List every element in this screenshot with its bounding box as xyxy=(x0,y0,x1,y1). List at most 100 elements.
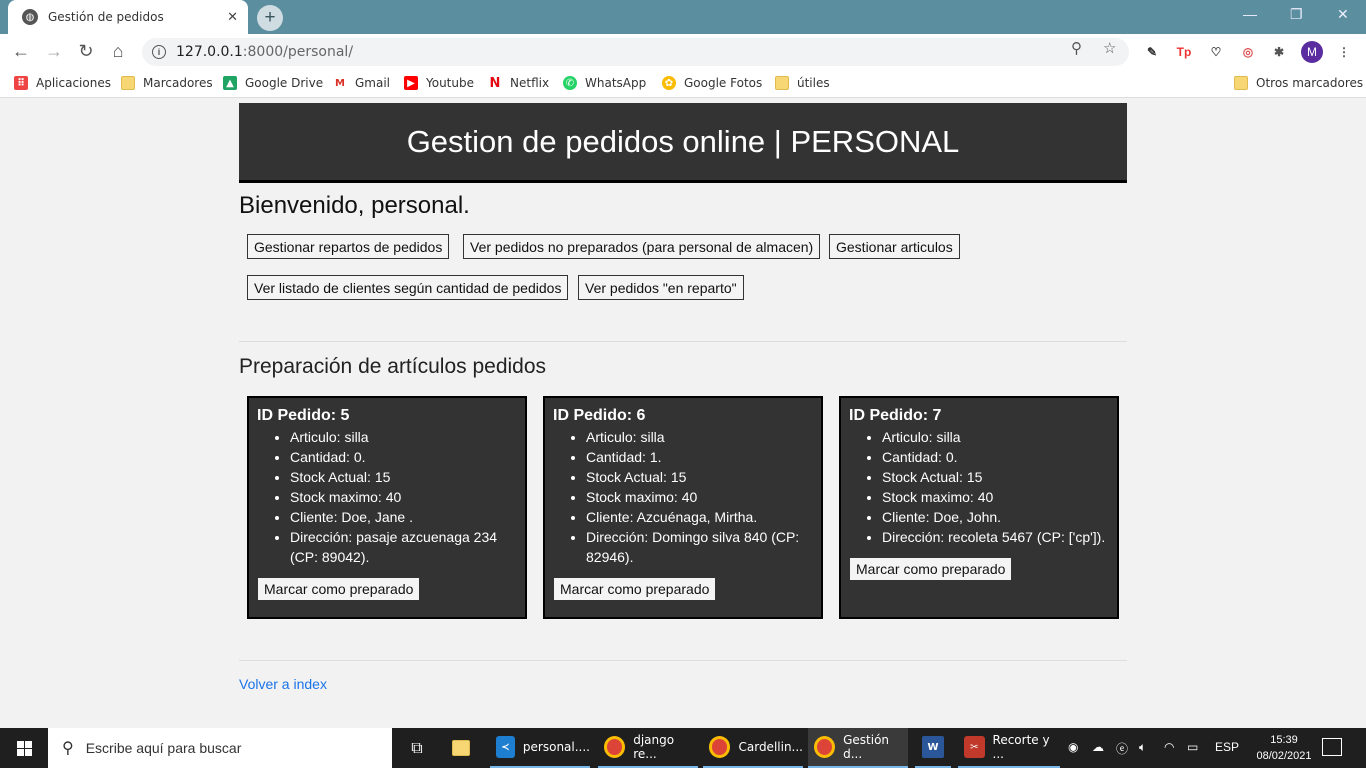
puzzle-extensions-icon[interactable]: ✱ xyxy=(1270,43,1288,61)
apps-grid-icon: ⠿ xyxy=(14,76,28,90)
chrome-icon xyxy=(604,736,626,758)
battery-icon[interactable]: ▭ xyxy=(1187,740,1198,754)
clock-time: 15:39 xyxy=(1270,734,1298,746)
folder-icon xyxy=(452,740,470,756)
order-cantidad: Cantidad: 0. xyxy=(882,447,1109,467)
wifi-icon[interactable]: ◠ xyxy=(1164,740,1174,754)
bookmark-netflix[interactable]: N Netflix xyxy=(488,75,549,91)
globe-icon: ◍ xyxy=(22,9,38,25)
home-icon[interactable]: ⌂ xyxy=(107,41,129,62)
order-stock-actual: Stock Actual: 15 xyxy=(290,467,517,487)
youtube-icon: ▶ xyxy=(404,76,418,90)
gestionar-articulos-button[interactable]: Gestionar articulos xyxy=(829,234,960,259)
divider xyxy=(239,341,1127,342)
ver-pedidos-en-reparto-button[interactable]: Ver pedidos "en reparto" xyxy=(578,275,744,300)
close-icon[interactable]: ✕ xyxy=(227,9,238,25)
clock-date: 08/02/2021 xyxy=(1256,750,1312,762)
bookmark-whatsapp[interactable]: ✆ WhatsApp xyxy=(563,76,646,90)
order-id: ID Pedido: 7 xyxy=(849,407,942,424)
tp-extension-icon[interactable]: Tp xyxy=(1175,43,1193,61)
pen-extension-icon[interactable]: ✎ xyxy=(1143,43,1161,61)
chrome-tray-icon[interactable]: ◉ xyxy=(1068,740,1078,754)
ver-pedidos-no-preparados-button[interactable]: Ver pedidos no preparados (para personal… xyxy=(463,234,821,259)
volver-index-link[interactable]: Volver a index xyxy=(239,676,327,692)
browser-toolbar: ← → ↻ ⌂ i 127.0.0.1:8000/personal/ ⚲ ☆ ✎… xyxy=(0,34,1366,70)
divider xyxy=(239,660,1127,661)
address-bar[interactable]: i 127.0.0.1:8000/personal/ xyxy=(142,38,1129,66)
address-url[interactable]: 127.0.0.1:8000/personal/ xyxy=(176,44,353,60)
order-cantidad: Cantidad: 0. xyxy=(290,447,517,467)
listado-clientes-button[interactable]: Ver listado de clientes según cantidad d… xyxy=(247,275,569,300)
taskbar-word[interactable]: W xyxy=(915,728,951,768)
folder-icon xyxy=(775,76,789,90)
folder-icon xyxy=(1234,76,1248,90)
bookmark-google-drive[interactable]: ▲ Google Drive xyxy=(223,76,323,90)
file-explorer-button[interactable] xyxy=(452,728,478,768)
order-cliente: Cliente: Doe, Jane . xyxy=(290,507,517,527)
taskbar-vscode[interactable]: ≺ personal.... xyxy=(490,728,590,768)
profile-avatar[interactable]: M xyxy=(1301,41,1323,63)
windows-logo-icon xyxy=(16,740,32,756)
bookmark-youtube[interactable]: ▶ Youtube xyxy=(404,76,474,90)
task-view-icon: ⧉ xyxy=(411,738,423,757)
new-tab-button[interactable]: + xyxy=(257,5,283,31)
edge-icon[interactable]: ⓔ xyxy=(1116,740,1128,757)
order-stock-maximo: Stock maximo: 40 xyxy=(586,487,813,507)
restore-icon[interactable]: ❐ xyxy=(1290,6,1303,23)
scissors-icon: ✂ xyxy=(964,736,985,758)
bookmark-aplicaciones[interactable]: ⠿ Aplicaciones xyxy=(14,76,111,90)
bookmark-label: Aplicaciones xyxy=(36,76,111,90)
bookmark-gmail[interactable]: M Gmail xyxy=(333,76,390,90)
page-header: Gestion de pedidos online | PERSONAL xyxy=(239,103,1127,183)
marcar-preparado-button[interactable]: Marcar como preparado xyxy=(257,577,421,601)
taskbar-snip[interactable]: ✂ Recorte y ... xyxy=(958,728,1060,768)
bookmark-label: útiles xyxy=(797,76,830,90)
bookmark-label: Google Drive xyxy=(245,76,324,90)
start-button[interactable] xyxy=(0,728,48,768)
volume-icon[interactable]: 🔈︎ xyxy=(1139,740,1146,755)
marcar-preparado-button[interactable]: Marcar como preparado xyxy=(553,577,717,601)
owl-extension-icon[interactable]: ◎ xyxy=(1239,43,1257,61)
menu-kebab-icon[interactable]: ⋮ xyxy=(1335,43,1353,61)
task-view-button[interactable]: ⧉ xyxy=(404,728,430,768)
order-stock-maximo: Stock maximo: 40 xyxy=(882,487,1109,507)
url-host: 127.0.0.1 xyxy=(176,44,243,60)
bookmark-label: Marcadores xyxy=(143,76,213,90)
bookmark-google-fotos[interactable]: ✿ Google Fotos xyxy=(662,76,762,90)
bookmark-label: WhatsApp xyxy=(585,76,647,90)
taskbar-search[interactable]: ⚲ Escribe aquí para buscar xyxy=(48,728,392,768)
gestionar-repartos-button[interactable]: Gestionar repartos de pedidos xyxy=(247,234,450,259)
bookmark-utiles[interactable]: útiles xyxy=(775,76,830,90)
back-arrow-icon[interactable]: ← xyxy=(10,41,32,62)
star-icon[interactable]: ☆ xyxy=(1103,39,1116,57)
minimize-icon[interactable]: — xyxy=(1243,6,1257,22)
taskbar-chrome-django[interactable]: django re... xyxy=(598,728,698,768)
bookmark-otros-marcadores[interactable]: Otros marcadores xyxy=(1234,76,1363,90)
browser-tab-active[interactable]: ◍ Gestión de pedidos ✕ xyxy=(8,0,248,34)
window-close-icon[interactable]: ✕ xyxy=(1337,6,1349,23)
order-cantidad: Cantidad: 1. xyxy=(586,447,813,467)
folder-icon xyxy=(121,76,135,90)
bookmark-label: Gmail xyxy=(355,76,391,90)
reload-icon[interactable]: ↻ xyxy=(75,41,97,62)
netflix-icon: N xyxy=(488,75,502,91)
order-details: Articulo: silla Cantidad: 0. Stock Actua… xyxy=(849,427,1109,547)
welcome-text: Bienvenido, personal. xyxy=(239,192,470,219)
cloud-icon[interactable]: ☁ xyxy=(1092,740,1104,754)
notification-center-icon[interactable] xyxy=(1322,738,1342,756)
forward-arrow-icon[interactable]: → xyxy=(43,41,65,62)
pocket-extension-icon[interactable]: ♡ xyxy=(1207,43,1225,61)
bookmark-label: Google Fotos xyxy=(684,76,763,90)
info-icon[interactable]: i xyxy=(152,45,166,59)
language-indicator[interactable]: ESP xyxy=(1215,740,1239,754)
taskbar-chrome-gestion[interactable]: Gestión d... xyxy=(808,728,908,768)
zoom-icon[interactable]: ⚲ xyxy=(1071,39,1082,57)
bookmark-marcadores[interactable]: Marcadores xyxy=(121,76,213,90)
taskbar-chrome-cardellin[interactable]: Cardellin... xyxy=(703,728,803,768)
system-clock[interactable]: 15:39 08/02/2021 xyxy=(1256,732,1312,764)
marcar-preparado-button[interactable]: Marcar como preparado xyxy=(849,557,1013,581)
search-icon: ⚲ xyxy=(62,740,74,757)
order-stock-actual: Stock Actual: 15 xyxy=(882,467,1109,487)
order-cliente: Cliente: Doe, John. xyxy=(882,507,1109,527)
order-details: Articulo: silla Cantidad: 0. Stock Actua… xyxy=(257,427,517,567)
